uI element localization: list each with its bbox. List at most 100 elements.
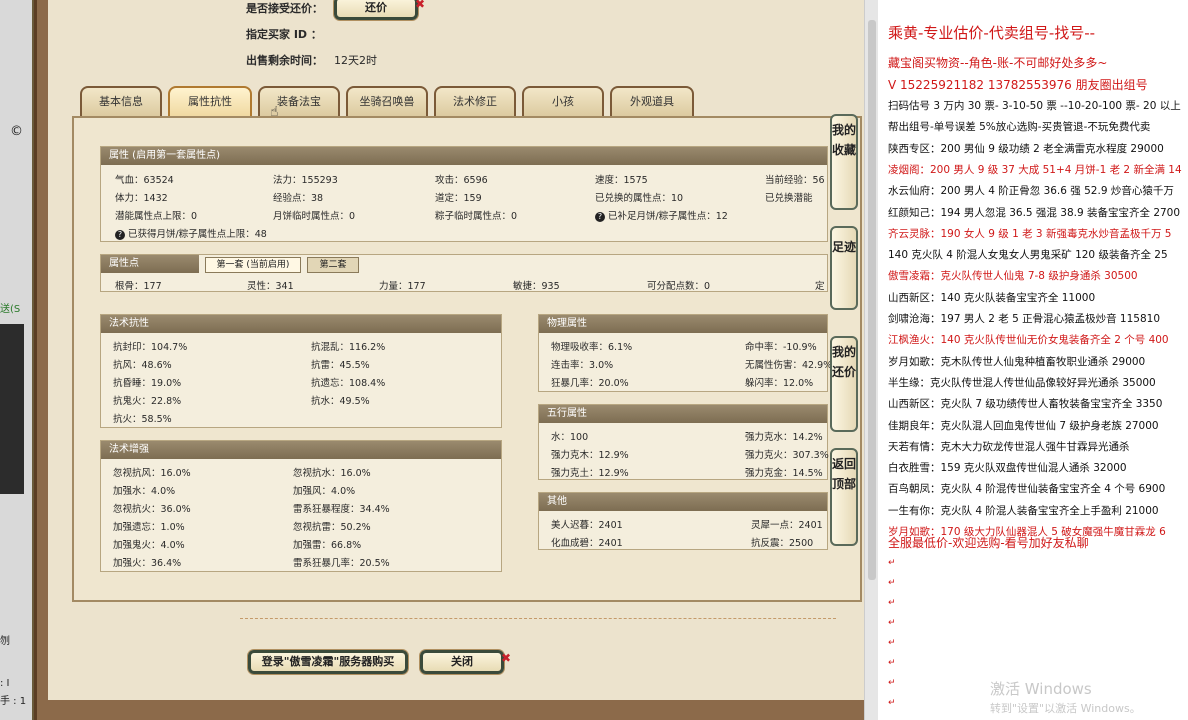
footprint-button[interactable]: 足迹 (830, 226, 858, 310)
resist-cell: 抗水：49.5% (311, 396, 370, 407)
element-cell: 强力克土：12.9% (551, 468, 629, 479)
tab-spell-correction[interactable]: 法术修正 (434, 86, 516, 116)
physical-cell: 躲闪率：12.0% (745, 378, 814, 389)
attr-cell: 经验点：38 (273, 193, 324, 204)
enhance-cell: 雷系狂暴程度：34.4% (293, 504, 390, 515)
close-label: 关闭 (451, 655, 473, 668)
strip-text: 送(S (0, 304, 21, 315)
paragraph-mark-icon: ↵ (888, 618, 896, 628)
enhance-cell: 雷系狂暴几率：20.5% (293, 558, 390, 569)
other-cell: 化血成碧：2401 (551, 538, 623, 549)
scrollbar[interactable] (864, 0, 878, 720)
tab-basic-info[interactable]: 基本信息 (80, 86, 162, 116)
doc-line: 半生缘：克火队传世混人传世仙品像较好异光通杀 35000 (888, 376, 1156, 389)
windows-watermark: 激活 Windows (990, 680, 1092, 698)
attributes-header: 属性 (启用第一套属性点) (101, 147, 827, 165)
physical-cell: 命中率：-10.9% (745, 342, 817, 353)
close-mark-icon: ✖ (414, 0, 425, 11)
points-cell: 敏捷：935 (513, 281, 560, 292)
enhance-cell: 忽视抗风：16.0% (113, 468, 191, 479)
points-section: 属性点 第一套 (当前启用) 第二套 根骨：177 灵性：341 力量：177 … (100, 254, 828, 292)
elements-header: 五行属性 (539, 405, 827, 423)
remaining-time-label: 出售剩余时间： (246, 54, 323, 67)
enhance-cell: 加强鬼火：4.0% (113, 540, 185, 551)
windows-watermark-sub: 转到"设置"以激活 Windows。 (990, 702, 1141, 715)
doc-line: 百鸟朝凤：克火队 4 阶混传世仙装备宝宝齐全 4 个号 6900 (888, 483, 1166, 496)
tab-appearance[interactable]: 外观道具 (610, 86, 694, 116)
attr-cell: 道定：159 (435, 193, 482, 204)
paragraph-mark-icon: ↵ (888, 678, 896, 688)
screen: 送(S © 刎 : I 手 : 1 是否接受还价： 还价 ✖ 指定买家 ID ：… (0, 0, 1188, 720)
element-cell: 强力克水：14.2% (745, 432, 823, 443)
attr-cell-with-help: ? 已补足月饼/粽子属性点：12 (595, 208, 728, 222)
doc-line: 佳期良年：克火队混人回血鬼传世仙 7 级护身老族 27000 (888, 419, 1159, 432)
resist-cell: 抗风：48.6% (113, 360, 172, 371)
attr-cell-text: 已获得月饼/粽子属性点上限：48 (128, 229, 267, 240)
doc-line: 天若有情：克木大力砍龙传世混人强牛甘霖异光通杀 (888, 440, 1130, 453)
attr-cell: 已兑换潜能 (765, 193, 813, 204)
buyer-id-label: 指定买家 ID ： (246, 28, 322, 41)
points-cell: 力量：177 (379, 281, 426, 292)
resist-cell: 抗遗忘：108.4% (311, 378, 386, 389)
strip-text: : I (0, 678, 10, 689)
spell-resist-section: 法术抗性 抗封印：104.7% 抗风：48.6% 抗昏睡：19.0% 抗鬼火：2… (100, 314, 502, 428)
points-cell: 灵性：341 (247, 281, 294, 292)
paragraph-mark-icon: ↵ (888, 638, 896, 648)
my-offers-button[interactable]: 我的还价 (830, 336, 858, 432)
doc-line: 红颜知己：194 男人忽混 36.5 强混 38.9 装备宝宝齐全 2700 (888, 206, 1181, 219)
points-cell: 定 (815, 281, 825, 292)
enhance-cell: 加强雷：66.8% (293, 540, 362, 551)
attr-cell: 月饼临时属性点：0 (273, 211, 356, 222)
doc-line: 140 克火队 4 阶混人女鬼女人男鬼采矿 120 级装备齐全 25 (888, 249, 1168, 262)
enhance-cell: 忽视抗水：16.0% (293, 468, 371, 479)
help-icon[interactable]: ? (115, 230, 125, 240)
tab-child[interactable]: 小孩 (522, 86, 604, 116)
close-button[interactable]: 关闭 ✖ (420, 650, 511, 674)
resist-cell: 抗火：58.5% (113, 414, 172, 425)
document-pane: 乘黄-专业估价-代卖组号-找号-- 藏宝阁买物资--角色-账-不可邮好处多多~ … (880, 0, 1188, 720)
login-buy-button[interactable]: 登录"傲雪凌霜"服务器购买 (248, 650, 408, 674)
resist-cell: 抗混乱：116.2% (311, 342, 386, 353)
enhance-cell: 加强火：36.4% (113, 558, 182, 569)
resist-cell: 抗封印：104.7% (113, 342, 188, 353)
physical-cell: 无属性伤害：42.9% (745, 360, 833, 371)
doc-line: 一生有你：克火队 4 阶混人装备宝宝齐全上手盈利 21000 (888, 504, 1159, 517)
attr-cell: 潜能属性点上限：0 (115, 211, 198, 222)
attr-cell: 粽子临时属性点：0 (435, 211, 518, 222)
attr-cell: 体力：1432 (115, 193, 168, 204)
enhance-cell: 忽视抗雷：50.2% (293, 522, 371, 533)
doc-line: 剑啸沧海：197 男人 2 老 5 正骨混心猿孟极炒音 115810 (888, 313, 1161, 325)
doc-line: 岁月如歌：克木队传世人仙鬼种植畜牧职业通杀 29000 (888, 355, 1146, 368)
points-tab-second[interactable]: 第二套 (307, 257, 359, 273)
spell-resist-header: 法术抗性 (101, 315, 501, 333)
back-to-top-button[interactable]: 返回顶部 (830, 448, 858, 546)
doc-line: 藏宝阁买物资--角色-账-不可邮好处多多~ (888, 56, 1108, 70)
login-buy-label: 登录"傲雪凌霜"服务器购买 (261, 655, 395, 668)
attr-cell: 气血：63524 (115, 175, 174, 186)
other-cell: 美人迟暮：2401 (551, 520, 623, 531)
points-header: 属性点 (101, 255, 199, 273)
my-favorites-button[interactable]: 我的收藏 (830, 114, 858, 210)
accept-counter-label: 是否接受还价： (246, 2, 323, 15)
help-icon[interactable]: ? (595, 212, 605, 222)
tab-mounts-summons[interactable]: 坐骑召唤兽 (346, 86, 428, 116)
scrollbar-thumb[interactable] (868, 20, 876, 580)
doc-footer: 全服最低价-欢迎选购-看号加好友私聊 (888, 536, 1089, 550)
doc-line: 白衣胜雪：159 克火队双盘传世仙混人通杀 32000 (888, 462, 1127, 475)
tab-attributes-resist[interactable]: 属性抗性 (168, 86, 252, 116)
paragraph-mark-icon: ↵ (888, 658, 896, 668)
enhance-cell: 加强遗忘：1.0% (113, 522, 185, 533)
strip-text: 刎 (0, 636, 10, 647)
attr-cell-with-help: ? 已获得月饼/粽子属性点上限：48 (115, 226, 267, 240)
counter-offer-button[interactable]: 还价 ✖ (334, 0, 425, 20)
element-cell: 强力克金：14.5% (745, 468, 823, 479)
background-window-strip: 送(S © 刎 : I 手 : 1 (0, 0, 34, 720)
enhance-cell: 加强风：4.0% (293, 486, 356, 497)
points-cell: 可分配点数：0 (647, 281, 711, 292)
enhance-cell: 加强水：4.0% (113, 486, 176, 497)
points-tab-first[interactable]: 第一套 (当前启用) (205, 257, 301, 273)
dark-panel (0, 324, 24, 494)
other-section: 其他 美人迟暮：2401 化血成碧：2401 灵犀一点：2401 抗反震：250… (538, 492, 828, 550)
attr-cell: 当前经验：56 (765, 175, 825, 186)
attr-cell: 攻击：6596 (435, 175, 488, 186)
